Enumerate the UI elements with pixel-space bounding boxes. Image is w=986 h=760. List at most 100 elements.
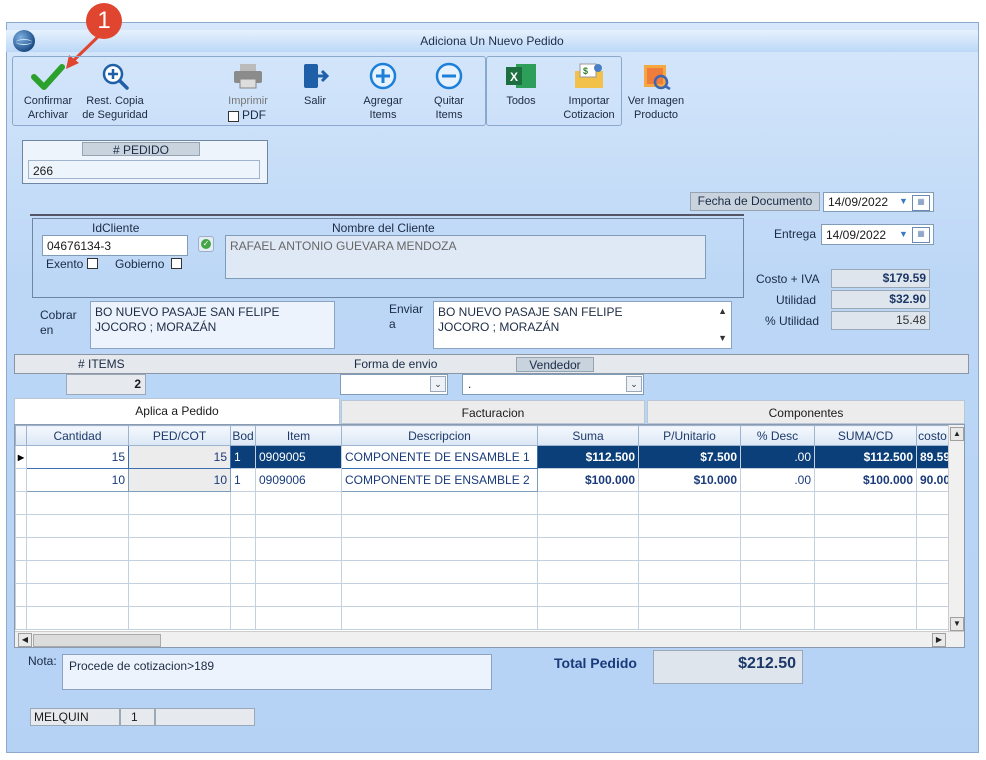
cell-pct-desc[interactable]: .00: [740, 468, 815, 492]
exit-label: Salir: [303, 95, 326, 107]
table-row[interactable]: [15, 583, 949, 607]
total-pedido-value: $212.50: [653, 650, 803, 684]
confirm-archive-button[interactable]: Confirmar Archivar: [16, 62, 80, 122]
vendedor-chevron-icon: ⌄: [626, 376, 642, 392]
gobierno-checkbox[interactable]: [171, 258, 182, 269]
cell-suma[interactable]: $100.000: [537, 468, 639, 492]
view-product-image-button[interactable]: Ver Imagen Producto: [624, 62, 688, 122]
calendar-icon[interactable]: ▦: [912, 195, 930, 211]
status-extra: [155, 708, 255, 726]
col-suma[interactable]: Suma: [537, 425, 639, 446]
scroll-up-arrow-icon[interactable]: ▲: [950, 427, 964, 441]
col-bod[interactable]: Bod: [230, 425, 256, 446]
scroll-down-icon[interactable]: ▼: [718, 331, 727, 346]
cell-ped-cot[interactable]: 15: [128, 445, 231, 469]
fecha-documento-value: 14/09/2022: [828, 195, 889, 209]
grid-vertical-scrollbar[interactable]: ▲ ▼: [948, 425, 964, 633]
enviar-address-field[interactable]: BO NUEVO PASAJE SAN FELIPE JOCORO ; MORA…: [433, 301, 732, 349]
col-descripcion[interactable]: Descripcion: [341, 425, 538, 446]
cell-suma-cd[interactable]: $112.500: [814, 445, 917, 469]
table-row[interactable]: [15, 537, 949, 561]
scroll-up-icon[interactable]: ▲: [718, 304, 727, 319]
tab-aplica-pedido[interactable]: Aplica a Pedido: [14, 398, 340, 425]
col-suma-cd[interactable]: SUMA/CD: [814, 425, 917, 446]
idcliente-label: IdCliente: [92, 221, 140, 235]
add-items-button[interactable]: Agregar Items: [354, 62, 412, 122]
cell-cantidad[interactable]: 15: [26, 445, 129, 469]
idcliente-field[interactable]: 04676134-3: [42, 235, 188, 256]
status-number: 1: [120, 708, 155, 726]
col-item[interactable]: Item: [255, 425, 342, 446]
scroll-down-arrow-icon[interactable]: ▼: [950, 617, 964, 631]
confirm-label: Confirmar: [23, 95, 73, 107]
table-row[interactable]: [15, 606, 949, 630]
cell-p-unitario[interactable]: $7.500: [638, 445, 741, 469]
forma-envio-label: Forma de envio: [354, 357, 438, 371]
cell-bod[interactable]: 1: [230, 468, 256, 492]
nota-field[interactable]: Procede de cotizacion>189: [62, 654, 492, 690]
forma-envio-select[interactable]: ⌄: [340, 374, 448, 395]
cell-pct-desc[interactable]: .00: [740, 445, 815, 469]
view-image-label: Ver Imagen: [627, 95, 685, 107]
cell-cantidad[interactable]: 10: [26, 468, 129, 492]
import-quote-button[interactable]: $ Importar Cotizacion: [558, 62, 620, 122]
vendedor-value: .: [468, 377, 472, 391]
remove-items-button[interactable]: Quitar Items: [420, 62, 478, 122]
gobierno-label: Gobierno: [115, 257, 165, 271]
cell-item[interactable]: 0909005: [255, 445, 342, 469]
print-button[interactable]: Imprimir: [218, 62, 278, 108]
plus-circle-icon: [369, 62, 397, 90]
restore-backup-button[interactable]: Rest. Copia de Seguridad: [80, 62, 150, 122]
exit-button[interactable]: Salir: [290, 62, 340, 108]
pedido-number-field[interactable]: 266: [28, 160, 260, 179]
fecha-documento-picker[interactable]: 14/09/2022 ▼ ▦: [823, 192, 934, 212]
table-row[interactable]: ▶ 15 15 1 0909005 COMPONENTE DE ENSAMBLE…: [15, 445, 949, 469]
cell-suma[interactable]: $112.500: [537, 445, 639, 469]
cobrar-label-line1: Cobrar: [40, 308, 77, 322]
grid-horizontal-scrollbar[interactable]: ◀ ▶: [15, 631, 964, 647]
costo-iva-value: $179.59: [831, 269, 930, 288]
table-row[interactable]: [15, 491, 949, 515]
scroll-right-arrow-icon[interactable]: ▶: [932, 633, 946, 647]
col-ped-cot[interactable]: PED/COT: [128, 425, 231, 446]
pct-utilidad-label: % Utilidad: [765, 314, 820, 328]
exento-checkbox[interactable]: [87, 258, 98, 269]
cell-p-unitario[interactable]: $10.000: [638, 468, 741, 492]
svg-text:$: $: [583, 66, 588, 76]
check-circle-icon: ✓: [201, 239, 211, 249]
cell-suma-cd[interactable]: $100.000: [814, 468, 917, 492]
export-all-button[interactable]: X Todos: [494, 62, 548, 108]
entrega-picker[interactable]: 14/09/2022 ▼ ▦: [821, 224, 934, 245]
cell-descripcion[interactable]: COMPONENTE DE ENSAMBLE 2: [341, 468, 538, 492]
cobrar-line1: BO NUEVO PASAJE SAN FELIPE: [95, 305, 280, 319]
cell-costo[interactable]: 89.59: [916, 445, 949, 469]
tab-facturacion[interactable]: Facturacion: [341, 400, 645, 424]
scroll-left-arrow-icon[interactable]: ◀: [18, 633, 32, 647]
tab-componentes[interactable]: Componentes: [647, 400, 965, 424]
validate-client-button[interactable]: ✓: [198, 236, 214, 252]
horizontal-scroll-thumb[interactable]: [33, 634, 161, 647]
pdf-checkbox[interactable]: [228, 111, 239, 122]
cell-item[interactable]: 0909006: [255, 468, 342, 492]
table-row[interactable]: 10 10 1 0909006 COMPONENTE DE ENSAMBLE 2…: [15, 468, 949, 492]
vendedor-select[interactable]: . ⌄: [462, 374, 644, 395]
col-costo[interactable]: costo: [916, 425, 949, 446]
cell-bod[interactable]: 1: [230, 445, 256, 469]
col-pct-desc[interactable]: % Desc: [740, 425, 815, 446]
cobrar-address-field[interactable]: BO NUEVO PASAJE SAN FELIPE JOCORO ; MORA…: [90, 301, 335, 349]
col-p-unitario[interactable]: P/Unitario: [638, 425, 741, 446]
window-title: Adiciona Un Nuevo Pedido: [6, 30, 978, 52]
nombre-cliente-field[interactable]: RAFAEL ANTONIO GUEVARA MENDOZA: [225, 235, 706, 279]
table-row[interactable]: [15, 560, 949, 584]
quote-label: Cotizacion: [563, 109, 615, 121]
cell-ped-cot[interactable]: 10: [128, 468, 231, 492]
cell-costo[interactable]: 90.00: [916, 468, 949, 492]
enviar-label-line2: a: [389, 317, 396, 331]
table-row[interactable]: [15, 514, 949, 538]
import-folder-icon: $: [575, 63, 603, 88]
cell-descripcion[interactable]: COMPONENTE DE ENSAMBLE 1: [341, 445, 538, 469]
entrega-calendar-icon[interactable]: ▦: [912, 227, 930, 243]
divider: [30, 214, 744, 216]
minus-circle-icon: [435, 62, 463, 90]
col-cantidad[interactable]: Cantidad: [26, 425, 129, 446]
